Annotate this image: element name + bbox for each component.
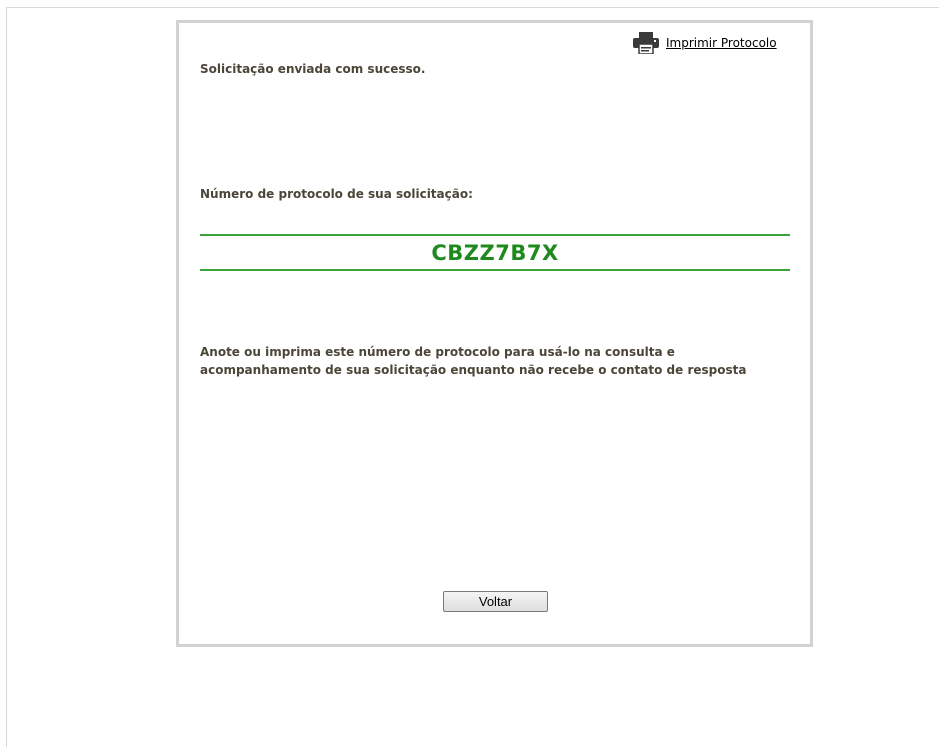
confirmation-panel: Imprimir Protocolo Solicitação enviada c…: [176, 20, 813, 647]
print-protocol-link[interactable]: Imprimir Protocolo: [633, 32, 777, 55]
success-message: Solicitação enviada com sucesso.: [200, 62, 426, 76]
printer-icon[interactable]: [633, 32, 659, 55]
instructions-text: Anote ou imprima este número de protocol…: [200, 345, 747, 377]
protocol-number-box: CBZZ7B7X: [200, 234, 790, 271]
back-button[interactable]: Voltar: [443, 591, 548, 612]
protocol-number: CBZZ7B7X: [431, 240, 559, 265]
print-protocol-label[interactable]: Imprimir Protocolo: [666, 36, 777, 50]
protocol-number-label: Número de protocolo de sua solicitação:: [200, 187, 473, 201]
